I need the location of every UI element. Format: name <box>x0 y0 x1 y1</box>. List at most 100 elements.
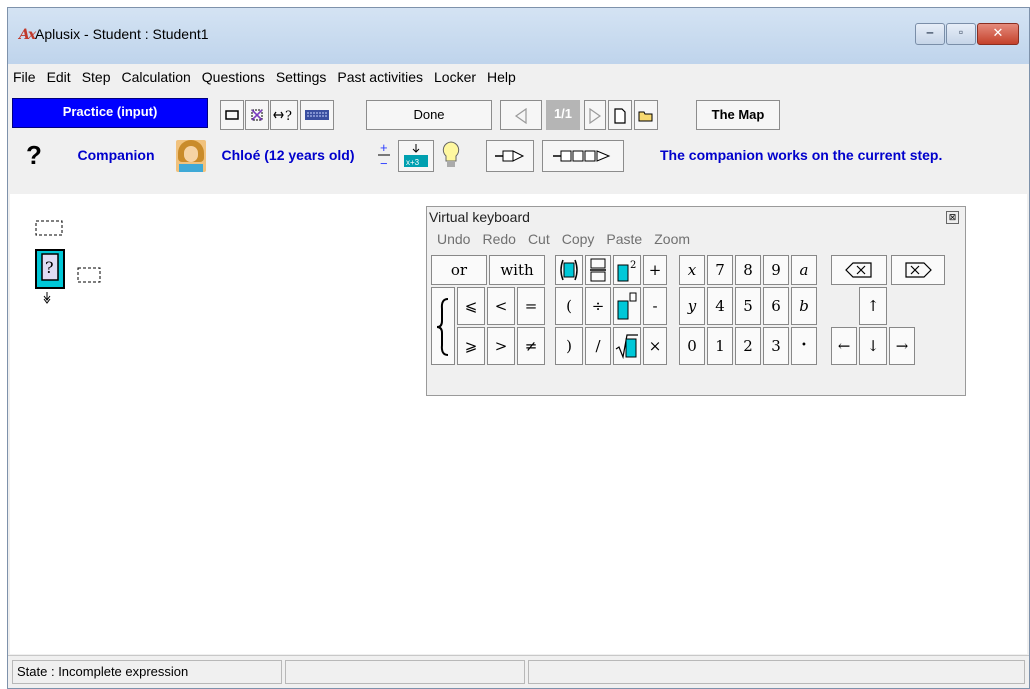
power-icon <box>617 292 637 320</box>
key-5[interactable]: 5 <box>735 287 761 325</box>
exercise-page-indicator: 1/1 <box>546 100 580 130</box>
square-power-icon: 2 <box>617 260 636 282</box>
key-b[interactable]: b <box>791 287 817 325</box>
svg-text:−: − <box>380 156 388 170</box>
key-arrow-right[interactable]: → <box>889 327 915 365</box>
key-square-root[interactable] <box>613 327 641 365</box>
cross-box-icon <box>251 109 263 121</box>
single-arrow-step-icon <box>495 150 525 162</box>
key-8[interactable]: 8 <box>735 255 761 285</box>
menu-locker[interactable]: Locker <box>434 69 476 85</box>
menu-step[interactable]: Step <box>82 69 111 85</box>
menu-settings[interactable]: Settings <box>276 69 327 85</box>
new-document-icon <box>614 108 626 124</box>
open-folder-button[interactable] <box>634 100 658 130</box>
svg-text:?: ? <box>45 258 54 277</box>
key-y[interactable]: y <box>679 287 705 325</box>
key-greater-than[interactable]: > <box>487 327 515 365</box>
key-slash[interactable]: / <box>585 327 611 365</box>
key-minus[interactable]: - <box>643 287 667 325</box>
key-right-paren[interactable]: ) <box>555 327 583 365</box>
key-9[interactable]: 9 <box>763 255 789 285</box>
key-backspace[interactable] <box>831 255 887 285</box>
companion-avatar[interactable] <box>176 140 206 172</box>
key-6[interactable]: 6 <box>763 287 789 325</box>
multi-step-button[interactable] <box>542 140 624 172</box>
virtual-keyboard-button[interactable] <box>300 100 334 130</box>
key-times[interactable]: × <box>643 327 667 365</box>
key-plus[interactable]: + <box>643 255 667 285</box>
close-button[interactable]: ✕ <box>977 23 1019 45</box>
main-toolbar: Practice (input) ? Done 1/1 The Map <box>10 96 1027 133</box>
hint-button[interactable] <box>436 140 466 172</box>
key-delete[interactable] <box>891 255 945 285</box>
key-0[interactable]: 0 <box>679 327 705 365</box>
key-less-equal[interactable]: ⩽ <box>457 287 485 325</box>
key-7[interactable]: 7 <box>707 255 733 285</box>
key-multiply-dot[interactable]: • <box>791 327 817 365</box>
key-1[interactable]: 1 <box>707 327 733 365</box>
key-x[interactable]: x <box>679 255 705 285</box>
menu-edit[interactable]: Edit <box>47 69 71 85</box>
companion-name: Chloé (12 years old) <box>221 147 355 163</box>
key-less-than[interactable]: < <box>487 287 515 325</box>
open-folder-icon <box>638 111 653 122</box>
minimize-button[interactable]: ‒ <box>915 23 945 45</box>
menu-calculation[interactable]: Calculation <box>122 69 191 85</box>
parentheses-box-icon <box>560 259 578 281</box>
key-parentheses-box[interactable] <box>555 255 583 285</box>
key-a[interactable]: a <box>791 255 817 285</box>
brace-icon <box>436 298 449 356</box>
menu-questions[interactable]: Questions <box>202 69 265 85</box>
close-icon: ✕ <box>992 25 1004 40</box>
key-arrow-left[interactable]: ← <box>831 327 857 365</box>
title-bar: Ax Aplusix - Student : Student1 ‒ ▫ ✕ <box>8 8 1029 64</box>
equivalence-check-button[interactable]: ? <box>270 100 298 130</box>
plus-minus-icon: +− <box>378 140 390 171</box>
key-fraction[interactable] <box>585 255 611 285</box>
key-divide[interactable]: ÷ <box>585 287 611 325</box>
the-map-button[interactable]: The Map <box>696 100 780 130</box>
window-controls: ‒ ▫ ✕ <box>915 23 1019 45</box>
next-exercise-button[interactable] <box>584 100 606 130</box>
key-4[interactable]: 4 <box>707 287 733 325</box>
window-title: Aplusix - Student : Student1 <box>35 26 209 42</box>
key-equals[interactable]: = <box>517 287 545 325</box>
key-power[interactable] <box>613 287 641 325</box>
key-3[interactable]: 3 <box>763 327 789 365</box>
done-button[interactable]: Done <box>366 100 492 130</box>
insert-step-icon: x+3 <box>404 144 428 167</box>
menu-bar: File Edit Step Calculation Questions Set… <box>8 64 1029 90</box>
key-not-equal[interactable]: ≠ <box>517 327 545 365</box>
menu-help[interactable]: Help <box>487 69 516 85</box>
menu-file[interactable]: File <box>13 69 36 85</box>
key-with[interactable]: with <box>489 255 545 285</box>
expression-state: State : Incomplete expression <box>12 660 282 684</box>
key-or[interactable]: or <box>431 255 487 285</box>
delete-box-button[interactable] <box>245 100 269 130</box>
key-brace[interactable] <box>431 287 455 365</box>
key-arrow-down[interactable]: ↓ <box>859 327 887 365</box>
practice-mode-button[interactable]: Practice (input) <box>12 98 208 128</box>
single-step-button[interactable] <box>486 140 534 172</box>
svg-text:+: + <box>380 140 388 155</box>
svg-text:x+3: x+3 <box>406 158 420 167</box>
help-question-button[interactable]: ? <box>12 138 56 172</box>
square-root-icon <box>615 334 638 360</box>
previous-exercise-button[interactable] <box>500 100 542 130</box>
new-box-button[interactable] <box>220 100 244 130</box>
key-square[interactable]: 2 <box>613 255 641 285</box>
plus-minus-button[interactable]: + − <box>374 140 394 172</box>
menu-past-activities[interactable]: Past activities <box>337 69 423 85</box>
companion-status-message: The companion works on the current step. <box>660 147 943 163</box>
new-document-button[interactable] <box>608 100 632 130</box>
key-left-paren[interactable]: ( <box>555 287 583 325</box>
key-2[interactable]: 2 <box>735 327 761 365</box>
key-greater-equal[interactable]: ⩾ <box>457 327 485 365</box>
svg-text:2: 2 <box>630 260 636 271</box>
maximize-button[interactable]: ▫ <box>946 23 976 45</box>
key-arrow-up[interactable]: ↑ <box>859 287 887 325</box>
expression-editor-boxes[interactable]: ? <box>34 220 154 350</box>
backspace-icon <box>845 262 872 278</box>
insert-step-button[interactable]: x+3 <box>398 140 434 172</box>
